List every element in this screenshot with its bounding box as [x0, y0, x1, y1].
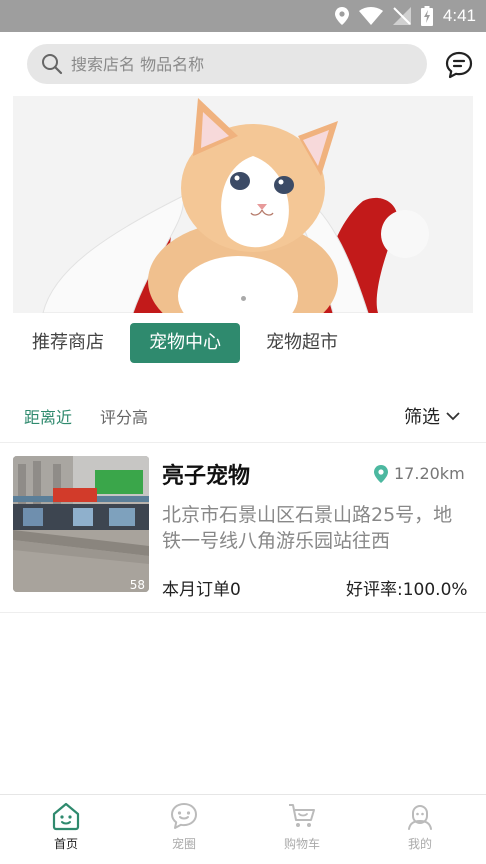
store-address: 北京市石景山区石景山路25号，地铁一号线八角游乐园站往西	[162, 504, 453, 552]
nav-profile[interactable]: 我的	[380, 801, 460, 852]
tab-recommended-stores[interactable]: 推荐商店	[18, 323, 118, 363]
battery-charging-icon	[420, 6, 433, 26]
distance-value: 17.20km	[394, 464, 465, 483]
no-signal-icon	[392, 7, 411, 25]
search-bar[interactable]	[27, 44, 427, 84]
store-photo: 58	[13, 456, 149, 592]
positive-rating: 好评率:100.0%	[346, 580, 468, 600]
nav-cart[interactable]: 购物车	[262, 801, 342, 852]
location-pin-icon	[374, 464, 388, 483]
carousel-dot[interactable]	[229, 296, 235, 301]
nav-label-pet-circle: 宠圈	[171, 837, 196, 851]
status-icons: 4:41	[334, 0, 476, 32]
kitten-banner-image	[13, 96, 473, 313]
nav-label-profile: 我的	[407, 837, 432, 851]
bottom-nav: 首页 宠圈 购物车 我的	[0, 794, 486, 864]
store-name: 亮子宠物	[162, 464, 251, 489]
chat-bubble-icon	[171, 803, 197, 829]
carousel-dot-active[interactable]	[240, 296, 246, 301]
chat-bubble-icon[interactable]	[444, 50, 474, 80]
nav-label-home: 首页	[53, 837, 78, 851]
filter-button[interactable]: 筛选	[404, 403, 460, 429]
search-input[interactable]	[71, 54, 391, 74]
status-time: 4:41	[442, 6, 476, 25]
divider	[0, 442, 486, 443]
status-bar: 4:41	[0, 0, 486, 32]
sort-nearest[interactable]: 距离近	[24, 404, 72, 428]
cart-icon	[289, 804, 315, 827]
wifi-icon	[358, 7, 383, 25]
photo-caption: 58	[129, 578, 145, 592]
home-icon	[52, 802, 80, 831]
location-status-icon	[334, 7, 349, 25]
profile-icon	[408, 805, 432, 830]
store-card[interactable]: 58 亮子宠物 17.20km 北京市石景山区石景山路25号，地铁一号线八角游乐…	[0, 444, 486, 610]
banner-carousel[interactable]	[13, 96, 473, 313]
carousel-dots	[13, 296, 473, 301]
chevron-down-icon	[446, 412, 460, 421]
search-icon	[42, 54, 63, 75]
tab-pet-supermarket[interactable]: 宠物超市	[252, 323, 352, 363]
store-distance: 17.20km	[374, 464, 465, 483]
carousel-dot[interactable]	[251, 296, 257, 301]
tab-pet-center[interactable]: 宠物中心	[130, 323, 240, 363]
sort-top-rated[interactable]: 评分高	[100, 404, 148, 428]
monthly-orders: 本月订单0	[162, 580, 241, 600]
filter-label: 筛选	[404, 407, 440, 428]
divider	[0, 612, 486, 613]
nav-home[interactable]: 首页	[26, 801, 106, 852]
nav-pet-circle[interactable]: 宠圈	[144, 801, 224, 852]
nav-label-cart: 购物车	[283, 837, 320, 851]
